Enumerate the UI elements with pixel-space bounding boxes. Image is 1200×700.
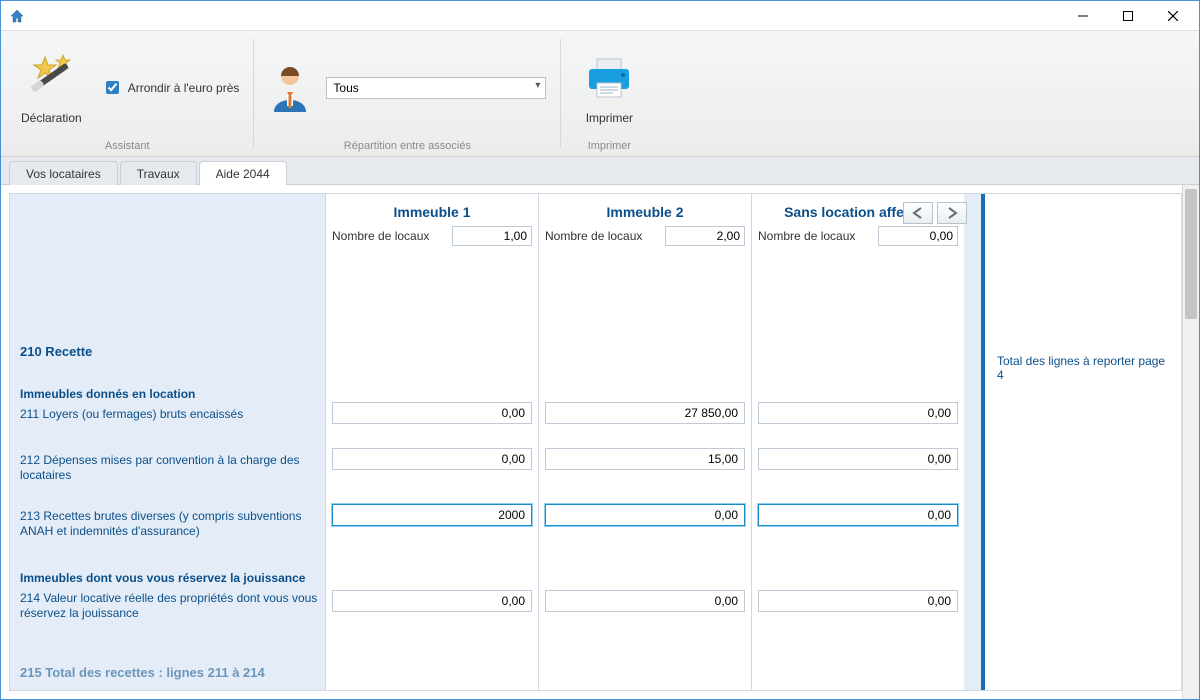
associate-select[interactable]: Tous	[326, 77, 546, 99]
property-columns: Immeuble 1 Nombre de locaux	[325, 194, 981, 690]
col-immeuble-2: Immeuble 2 Nombre de locaux	[538, 194, 751, 690]
column-nav	[903, 202, 967, 224]
ribbon-group-repartition: Tous Répartition entre associés	[254, 31, 560, 156]
app-window: Déclaration Arrondir à l'euro près Assis…	[0, 0, 1200, 700]
col-3-locaux-label: Nombre de locaux	[758, 229, 855, 243]
row-211-label: 211 Loyers (ou fermages) bruts encaissés	[20, 407, 243, 422]
app-icon	[9, 8, 25, 24]
ribbon-group-print: Imprimer Imprimer	[561, 31, 657, 156]
titlebar	[1, 1, 1199, 31]
row-214-label: 214 Valeur locative réelle des propriété…	[20, 591, 319, 621]
nav-prev-button[interactable]	[903, 202, 933, 224]
print-button[interactable]: Imprimer	[575, 49, 643, 127]
content-area: 210 Recette Immeubles donnés en location…	[1, 185, 1199, 699]
col-3-212-input[interactable]	[758, 448, 958, 470]
col-2-locaux-input[interactable]	[665, 226, 745, 246]
col-1-locaux-label: Nombre de locaux	[332, 229, 429, 243]
maximize-button[interactable]	[1105, 1, 1150, 31]
tabstrip: Vos locataires Travaux Aide 2044	[1, 157, 1199, 185]
row-215-label: 215 Total des recettes : lignes 211 à 21…	[20, 665, 319, 680]
tab-aide-2044[interactable]: Aide 2044	[199, 161, 287, 185]
col-3 -213-input[interactable]	[758, 504, 958, 526]
minimize-button[interactable]	[1060, 1, 1105, 31]
print-label: Imprimer	[586, 111, 633, 125]
col-1-214-input[interactable]	[332, 590, 532, 612]
row-212-label: 212 Dépenses mises par convention à la c…	[20, 453, 319, 483]
col-1-title: Immeuble 1	[326, 194, 538, 226]
ribbon: Déclaration Arrondir à l'euro près Assis…	[1, 31, 1199, 157]
col-sans-location: Sans location affectée Nombre de locaux	[751, 194, 964, 690]
col-3-locaux-input[interactable]	[878, 226, 958, 246]
col-2-213-input[interactable]	[545, 504, 745, 526]
nav-next-button[interactable]	[937, 202, 967, 224]
repartition-group-label: Répartition entre associés	[344, 140, 471, 152]
col-1-213-input[interactable]	[332, 504, 532, 526]
ribbon-group-assistant: Déclaration Arrondir à l'euro près Assis…	[1, 31, 253, 156]
col-1-locaux-input[interactable]	[452, 226, 532, 246]
col-2-212-input[interactable]	[545, 448, 745, 470]
col-3-214-input[interactable]	[758, 590, 958, 612]
col-2-214-input[interactable]	[545, 590, 745, 612]
carry-over-panel: Total des lignes à reporter page 4	[981, 194, 1181, 690]
tab-locataires[interactable]: Vos locataires	[9, 161, 118, 185]
carry-over-text: Total des lignes à reporter page 4	[989, 354, 1177, 382]
section-210-heading: 210 Recette	[20, 344, 319, 359]
worksheet: 210 Recette Immeubles donnés en location…	[9, 193, 1182, 691]
col-2-locaux-label: Nombre de locaux	[545, 229, 642, 243]
row-labels-column: 210 Recette Immeubles donnés en location…	[10, 194, 325, 690]
printer-icon	[581, 51, 637, 107]
person-icon	[268, 62, 312, 114]
wand-stars-icon	[23, 51, 79, 107]
scrollbar-thumb[interactable]	[1185, 189, 1197, 319]
col-3-211-input[interactable]	[758, 402, 958, 424]
row-213-label: 213 Recettes brutes diverses (y compris …	[20, 509, 319, 539]
close-button[interactable]	[1150, 1, 1195, 31]
associate-select-wrap: Tous	[326, 77, 546, 99]
col-2-title: Immeuble 2	[539, 194, 751, 226]
print-group-label: Imprimer	[588, 140, 631, 152]
sub-location-heading: Immeubles donnés en location	[20, 387, 319, 401]
round-euro-checkbox[interactable]: Arrondir à l'euro près	[102, 78, 240, 97]
col-2-211-input[interactable]	[545, 402, 745, 424]
scroll-area: 210 Recette Immeubles donnés en location…	[1, 185, 1182, 699]
round-euro-label: Arrondir à l'euro près	[128, 81, 240, 95]
round-euro-input[interactable]	[106, 81, 119, 94]
sub-jouissance-heading: Immeubles dont vous vous réservez la jou…	[20, 571, 319, 585]
tab-travaux[interactable]: Travaux	[120, 161, 197, 185]
vertical-scrollbar[interactable]	[1182, 185, 1199, 699]
col-1-211-input[interactable]	[332, 402, 532, 424]
declaration-button[interactable]: Déclaration	[15, 49, 88, 127]
col-immeuble-1: Immeuble 1 Nombre de locaux	[325, 194, 538, 690]
declaration-label: Déclaration	[21, 111, 82, 125]
assistant-group-label: Assistant	[105, 140, 150, 152]
col-1-212-input[interactable]	[332, 448, 532, 470]
